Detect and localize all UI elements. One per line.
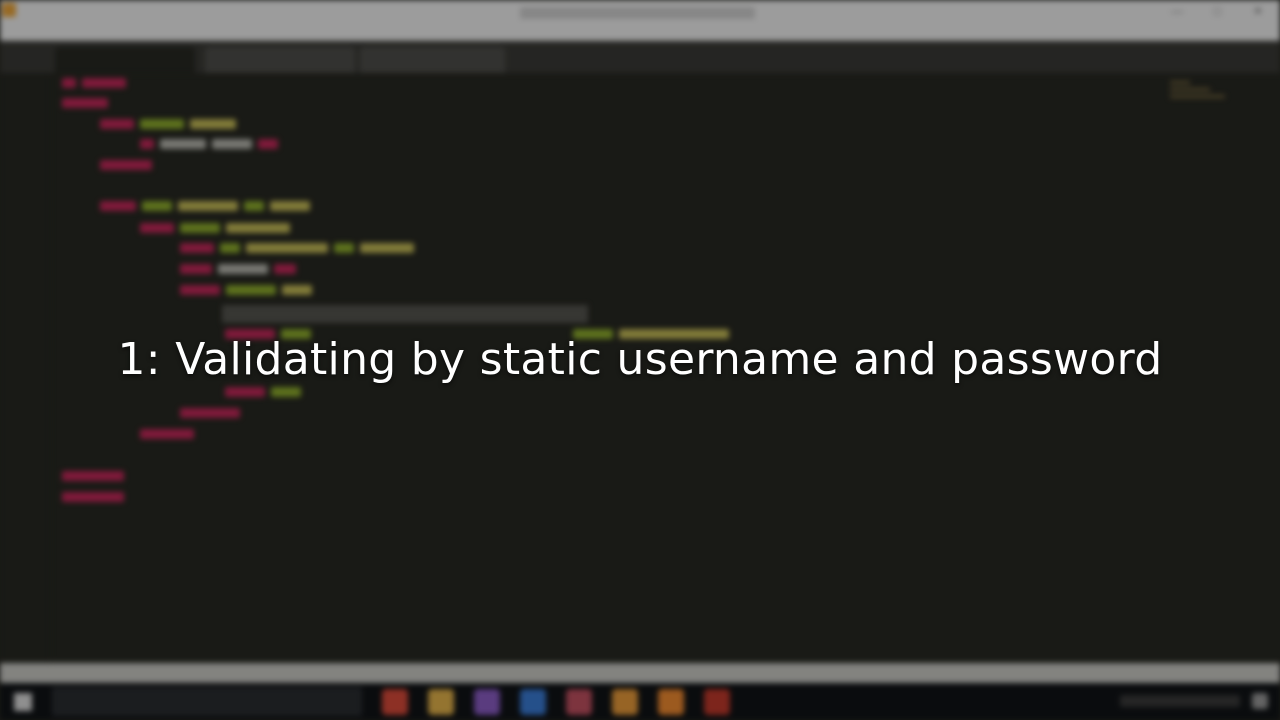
video-caption: 1: Validating by static username and pas… (117, 334, 1163, 385)
